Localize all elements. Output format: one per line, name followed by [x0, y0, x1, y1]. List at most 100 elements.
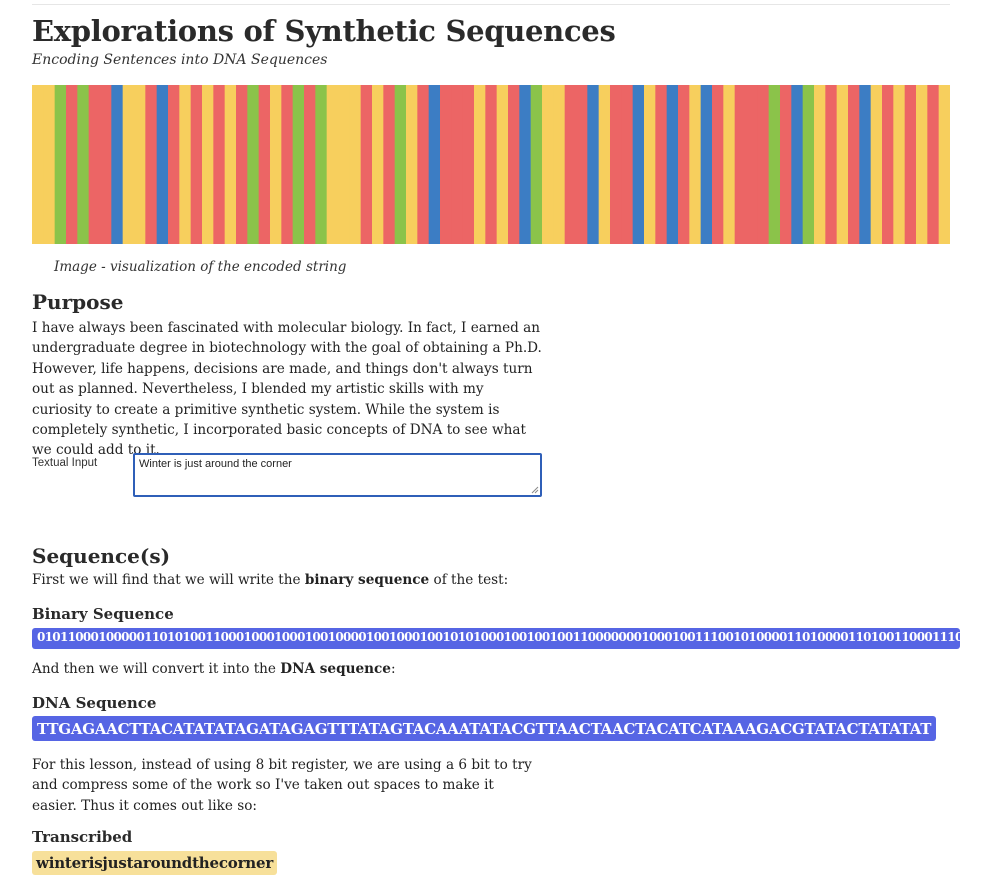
stripe-A — [576, 85, 588, 244]
stripe-G — [292, 85, 305, 244]
page-title: Explorations of Synthetic Sequences — [32, 14, 616, 48]
stripe-G — [530, 85, 543, 244]
stripe-A — [88, 85, 101, 244]
stripe-T — [542, 85, 554, 244]
stripe-A — [655, 85, 668, 244]
stripe-T — [598, 85, 611, 244]
stripe-A — [508, 85, 520, 244]
visualization-caption: Image - visualization of the encoded str… — [54, 259, 347, 275]
stripe-T — [474, 85, 486, 244]
stripe-C — [859, 85, 872, 244]
stripe-T — [224, 85, 237, 244]
stripe-T — [270, 85, 282, 244]
stripe-A — [258, 85, 271, 244]
binary-intro-text: First we will find that we will write th… — [32, 572, 509, 588]
textual-input-value: Winter is just around the corner — [139, 458, 292, 470]
stripe-A — [734, 85, 747, 244]
stripe-T — [326, 85, 339, 244]
dna-intro-text: And then we will convert it into the DNA… — [32, 661, 396, 677]
stripe-T — [938, 85, 950, 244]
stripe-A — [281, 85, 294, 244]
lesson-paragraph: For this lesson, instead of using 8 bit … — [32, 757, 532, 814]
stripe-T — [916, 85, 928, 244]
stripe-A — [882, 85, 894, 244]
stripe-A — [236, 85, 248, 244]
stripe-A — [485, 85, 498, 244]
stripe-T — [893, 85, 906, 244]
stripe-A — [66, 85, 78, 244]
stripe-T — [689, 85, 702, 244]
stripe-G — [768, 85, 781, 244]
transcribed-box: winterisjustaroundthecorner — [32, 851, 278, 875]
stripe-T — [338, 85, 350, 244]
stripe-T — [644, 85, 656, 244]
stripe-T — [553, 85, 566, 244]
page-subtitle: Encoding Sentences into DNA Sequences — [32, 52, 328, 68]
transcribed-value: winterisjustaroundthecorner — [36, 854, 274, 872]
stripe-T — [496, 85, 509, 244]
binary-sequence-box: 0101100010000011010100110001000100010010… — [32, 628, 960, 649]
stripe-C — [791, 85, 804, 244]
stripe-T — [43, 85, 56, 244]
binary-sequence-value: 0101100010000011010100110001000100010010… — [37, 630, 960, 644]
stripe-A — [440, 85, 452, 244]
top-divider — [32, 4, 950, 5]
stripe-C — [519, 85, 532, 244]
resize-handle-icon[interactable] — [531, 486, 539, 494]
textual-input-field[interactable]: Winter is just around the corner — [133, 453, 542, 497]
textual-input-label: Textual Input — [32, 457, 98, 469]
stripe-T — [32, 85, 44, 244]
stripe-A — [610, 85, 622, 244]
stripe-T — [372, 85, 384, 244]
dna-sequence-value: TTGAGAACTTACATATATAGATAGAGTTTATAGTACAAAT… — [37, 719, 932, 738]
stripe-A — [712, 85, 724, 244]
stripe-A — [168, 85, 180, 244]
dna-sequence-heading: DNA Sequence — [32, 694, 157, 712]
stripe-A — [904, 85, 917, 244]
stripe-A — [621, 85, 634, 244]
stripe-A — [462, 85, 475, 244]
stripe-C — [428, 85, 441, 244]
stripe-C — [111, 85, 124, 244]
purpose-paragraph: I have always been fascinated with molec… — [32, 320, 542, 459]
stripe-C — [632, 85, 645, 244]
stripe-T — [406, 85, 418, 244]
stripe-A — [678, 85, 690, 244]
stripe-G — [77, 85, 90, 244]
stripe-A — [825, 85, 838, 244]
stripe-A — [100, 85, 112, 244]
stripe-A — [145, 85, 158, 244]
stripe-T — [836, 85, 849, 244]
stripe-A — [746, 85, 758, 244]
stripe-G — [315, 85, 328, 244]
stripe-T — [202, 85, 214, 244]
dna-sequence-box: TTGAGAACTTACATATATAGATAGAGTTTATAGTACAAAT… — [32, 716, 937, 741]
stripe-T — [134, 85, 146, 244]
purpose-heading: Purpose — [32, 290, 124, 314]
stripe-T — [122, 85, 135, 244]
binary-sequence-heading: Binary Sequence — [32, 605, 174, 623]
stripe-A — [927, 85, 940, 244]
stripe-A — [213, 85, 226, 244]
stripe-A — [360, 85, 373, 244]
stripe-T — [723, 85, 736, 244]
stripe-C — [587, 85, 600, 244]
stripe-G — [247, 85, 260, 244]
stripe-T — [349, 85, 362, 244]
stripe-C — [666, 85, 679, 244]
stripe-A — [564, 85, 577, 244]
stripe-A — [383, 85, 396, 244]
stripe-A — [417, 85, 430, 244]
stripe-A — [780, 85, 792, 244]
stripe-C — [156, 85, 169, 244]
stripe-A — [757, 85, 770, 244]
transcribed-heading: Transcribed — [32, 828, 133, 846]
stripe-A — [848, 85, 860, 244]
stripe-A — [190, 85, 203, 244]
stripe-C — [700, 85, 713, 244]
stripe-A — [451, 85, 464, 244]
stripe-T — [179, 85, 192, 244]
sequences-heading: Sequence(s) — [32, 544, 171, 568]
stripe-T — [814, 85, 826, 244]
stripe-A — [304, 85, 316, 244]
